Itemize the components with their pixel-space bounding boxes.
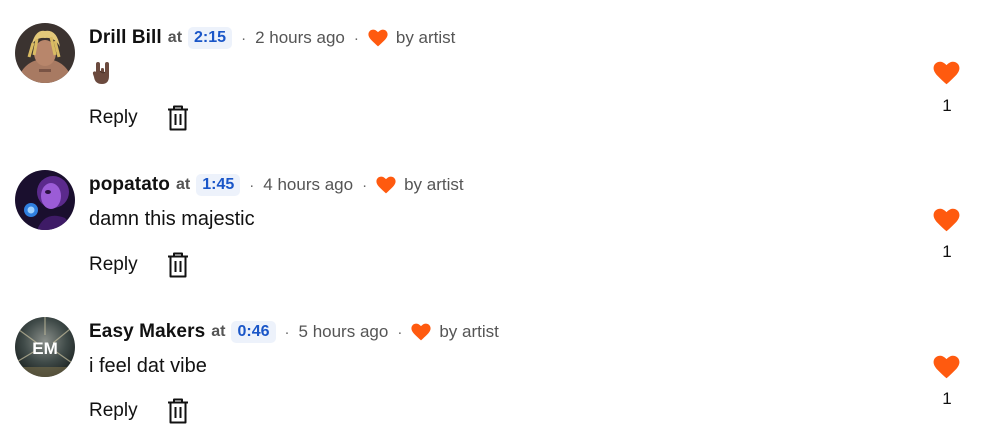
comment-actions: Reply (89, 398, 189, 424)
reply-button[interactable]: Reply (89, 254, 138, 276)
heart-icon (368, 29, 388, 47)
comment-item: EM Easy Makers at 0:46 · 5 hours ago · b… (0, 294, 1000, 441)
by-artist-label: by artist (439, 322, 499, 341)
comment-text: damn this majestic (89, 208, 255, 230)
time-ago: 5 hours ago (298, 322, 389, 341)
avatar[interactable] (15, 23, 75, 83)
comment-actions: Reply (89, 105, 189, 131)
avatar-initials: EM (32, 339, 58, 358)
at-label: at (167, 29, 183, 46)
comment-header: Drill Bill at 2:15 · 2 hours ago · by ar… (89, 25, 455, 51)
at-label: at (176, 176, 191, 193)
timestamp-link[interactable]: 2:15 (188, 27, 233, 49)
separator-dot: · (397, 323, 403, 341)
reply-button[interactable]: Reply (89, 400, 138, 422)
avatar[interactable] (15, 170, 75, 230)
separator-dot: · (249, 176, 255, 194)
comment-header: popatato at 1:45 · 4 hours ago · by arti… (89, 172, 464, 198)
by-artist-label: by artist (404, 175, 464, 194)
comment-item: Drill Bill at 2:15 · 2 hours ago · by ar… (0, 0, 1000, 147)
username[interactable]: Easy Makers (89, 321, 205, 343)
rock-hand-emoji (89, 60, 115, 86)
timestamp-link[interactable]: 0:46 (231, 321, 276, 343)
time-ago: 2 hours ago (255, 28, 345, 47)
like-button[interactable] (933, 61, 960, 85)
timestamp-link[interactable]: 1:45 (196, 174, 241, 196)
heart-icon (376, 176, 396, 194)
separator-dot: · (241, 29, 247, 47)
by-artist-label: by artist (395, 28, 456, 47)
time-ago: 4 hours ago (263, 175, 354, 194)
reply-button[interactable]: Reply (89, 107, 138, 129)
like-button[interactable] (933, 355, 960, 379)
heart-icon (411, 323, 431, 341)
comment-item: popatato at 1:45 · 4 hours ago · by arti… (0, 147, 1000, 294)
avatar[interactable]: EM (15, 317, 75, 377)
comment-actions: Reply (89, 252, 189, 278)
comment-text: i feel dat vibe (89, 355, 207, 377)
at-label: at (211, 323, 226, 340)
trash-icon[interactable] (167, 252, 189, 278)
username[interactable]: popatato (89, 174, 170, 196)
like-count: 1 (942, 96, 952, 115)
trash-icon[interactable] (167, 105, 189, 131)
separator-dot: · (284, 323, 290, 341)
username[interactable]: Drill Bill (89, 27, 162, 49)
like-count: 1 (942, 242, 952, 261)
comment-header: Easy Makers at 0:46 · 5 hours ago · by a… (89, 319, 499, 345)
separator-dot: · (362, 176, 368, 194)
like-button[interactable] (933, 208, 960, 232)
trash-icon[interactable] (167, 398, 189, 424)
like-count: 1 (942, 389, 952, 408)
separator-dot: · (353, 29, 359, 47)
